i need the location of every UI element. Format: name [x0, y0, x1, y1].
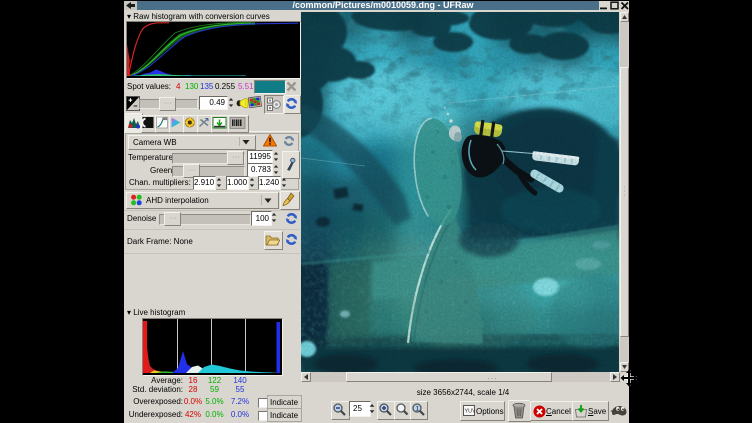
svg-text:YUV: YUV	[465, 409, 476, 415]
svg-text:1: 1	[415, 405, 419, 412]
